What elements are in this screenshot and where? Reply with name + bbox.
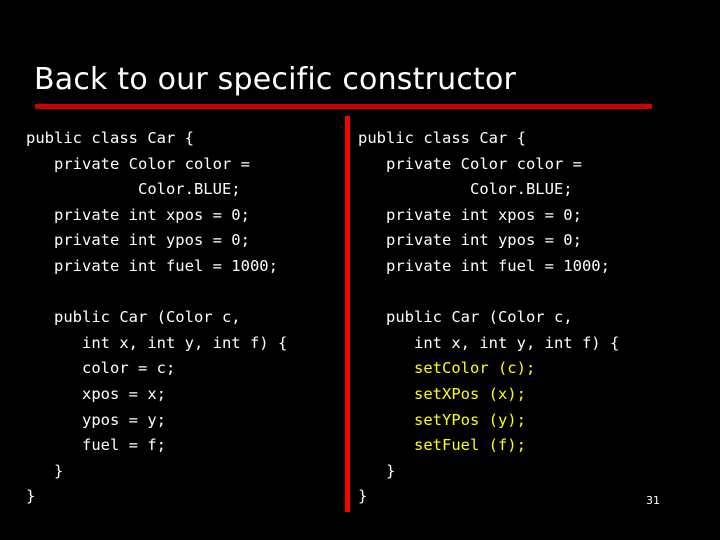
code-line: private int fuel = 1000; xyxy=(26,256,278,275)
code-line: private Color color = xyxy=(26,154,250,173)
code-line: setXPos (x); xyxy=(358,382,688,408)
highlighted-code: setFuel (f); xyxy=(358,436,526,455)
code-line: } xyxy=(26,487,36,506)
title-underline-rule xyxy=(35,104,652,109)
code-line: int x, int y, int f) { xyxy=(358,333,620,352)
code-line: private int ypos = 0; xyxy=(26,231,250,250)
highlighted-code: setColor (c); xyxy=(358,359,536,378)
code-block-right: public class Car { private Color color =… xyxy=(358,126,688,510)
slide: Back to our specific constructor public … xyxy=(0,0,720,540)
code-line: } xyxy=(26,461,64,480)
code-line: ypos = y; xyxy=(26,410,166,429)
code-line: int x, int y, int f) { xyxy=(26,333,288,352)
page-title: Back to our specific constructor xyxy=(34,62,517,97)
code-line: color = c; xyxy=(26,359,176,378)
code-line: setYPos (y); xyxy=(358,408,688,434)
code-line: private int ypos = 0; xyxy=(358,231,582,250)
vertical-divider xyxy=(345,116,350,512)
code-line: private int xpos = 0; xyxy=(26,205,250,224)
page-number: 31 xyxy=(646,494,660,507)
code-line: public class Car { xyxy=(358,129,526,147)
code-line: public Car (Color c, xyxy=(358,308,573,327)
code-line: fuel = f; xyxy=(26,436,166,455)
code-line: } xyxy=(358,461,396,480)
highlighted-code: setYPos (y); xyxy=(358,410,526,429)
code-line: Color.BLUE; xyxy=(26,180,241,199)
code-line: public class Car { xyxy=(26,129,194,147)
code-line: } xyxy=(358,487,368,506)
code-line: setFuel (f); xyxy=(358,433,688,459)
code-block-left: public class Car { private Color color =… xyxy=(26,126,341,510)
code-line: public Car (Color c, xyxy=(26,308,241,327)
code-line: setColor (c); xyxy=(358,356,688,382)
code-line: xpos = x; xyxy=(26,384,166,403)
code-line: Color.BLUE; xyxy=(358,180,573,199)
code-line: private Color color = xyxy=(358,154,582,173)
highlighted-code: setXPos (x); xyxy=(358,384,526,403)
code-line: private int xpos = 0; xyxy=(358,205,582,224)
code-line: private int fuel = 1000; xyxy=(358,256,610,275)
